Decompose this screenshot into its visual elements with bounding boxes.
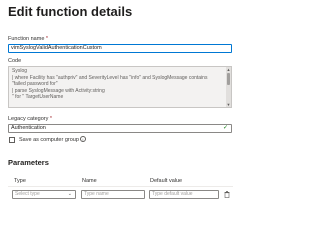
info-icon[interactable]: i — [80, 136, 86, 142]
function-name-label-text: Function name — [8, 36, 45, 42]
parameters-heading: Parameters — [8, 158, 49, 167]
column-header-type: Type — [14, 178, 26, 184]
scroll-up-icon[interactable]: ▲ — [226, 67, 231, 72]
checkmark-icon: ✓ — [222, 125, 228, 131]
legacy-category-value: Authentication — [11, 125, 46, 131]
parameter-default-input[interactable]: Type default value — [149, 190, 219, 199]
column-header-default: Default value — [150, 178, 183, 184]
scroll-down-icon[interactable]: ▼ — [226, 102, 231, 107]
code-scrollbar[interactable]: ▲ ▼ — [226, 67, 231, 107]
required-mark: * — [49, 116, 53, 122]
function-name-label: Function name * — [8, 36, 48, 42]
parameter-default-placeholder: Type default value — [152, 191, 193, 197]
parameter-name-input[interactable]: Type name — [81, 190, 145, 199]
required-mark: * — [45, 36, 49, 42]
page-title: Edit function details — [8, 4, 133, 19]
code-line: " for " TargetUserName — [12, 94, 64, 100]
parameter-type-dropdown[interactable]: Select type ⌄ — [12, 190, 76, 199]
column-header-name: Name — [82, 178, 97, 184]
header-divider — [8, 186, 233, 187]
legacy-category-input[interactable]: Authentication ✓ — [8, 124, 232, 133]
parameter-name-placeholder: Type name — [84, 191, 109, 197]
legacy-category-label: Legacy category * — [8, 116, 52, 122]
code-editor[interactable]: Syslog | where Facility has "authpriv" a… — [8, 66, 232, 108]
scroll-thumb[interactable] — [227, 73, 230, 85]
save-as-computer-group-checkbox[interactable] — [9, 137, 15, 143]
parameter-type-placeholder: Select type — [15, 191, 40, 197]
trash-icon[interactable] — [224, 191, 230, 198]
legacy-category-label-text: Legacy category — [8, 116, 49, 122]
function-name-value: vimSyslogValidAuthenticationCustom — [11, 45, 102, 51]
edit-function-panel: Edit function details Function name * vi… — [0, 0, 241, 250]
code-label: Code — [8, 58, 22, 64]
chevron-down-icon: ⌄ — [67, 191, 72, 197]
save-as-computer-group-label: Save as computer group — [19, 137, 79, 143]
function-name-input[interactable]: vimSyslogValidAuthenticationCustom — [8, 44, 232, 53]
